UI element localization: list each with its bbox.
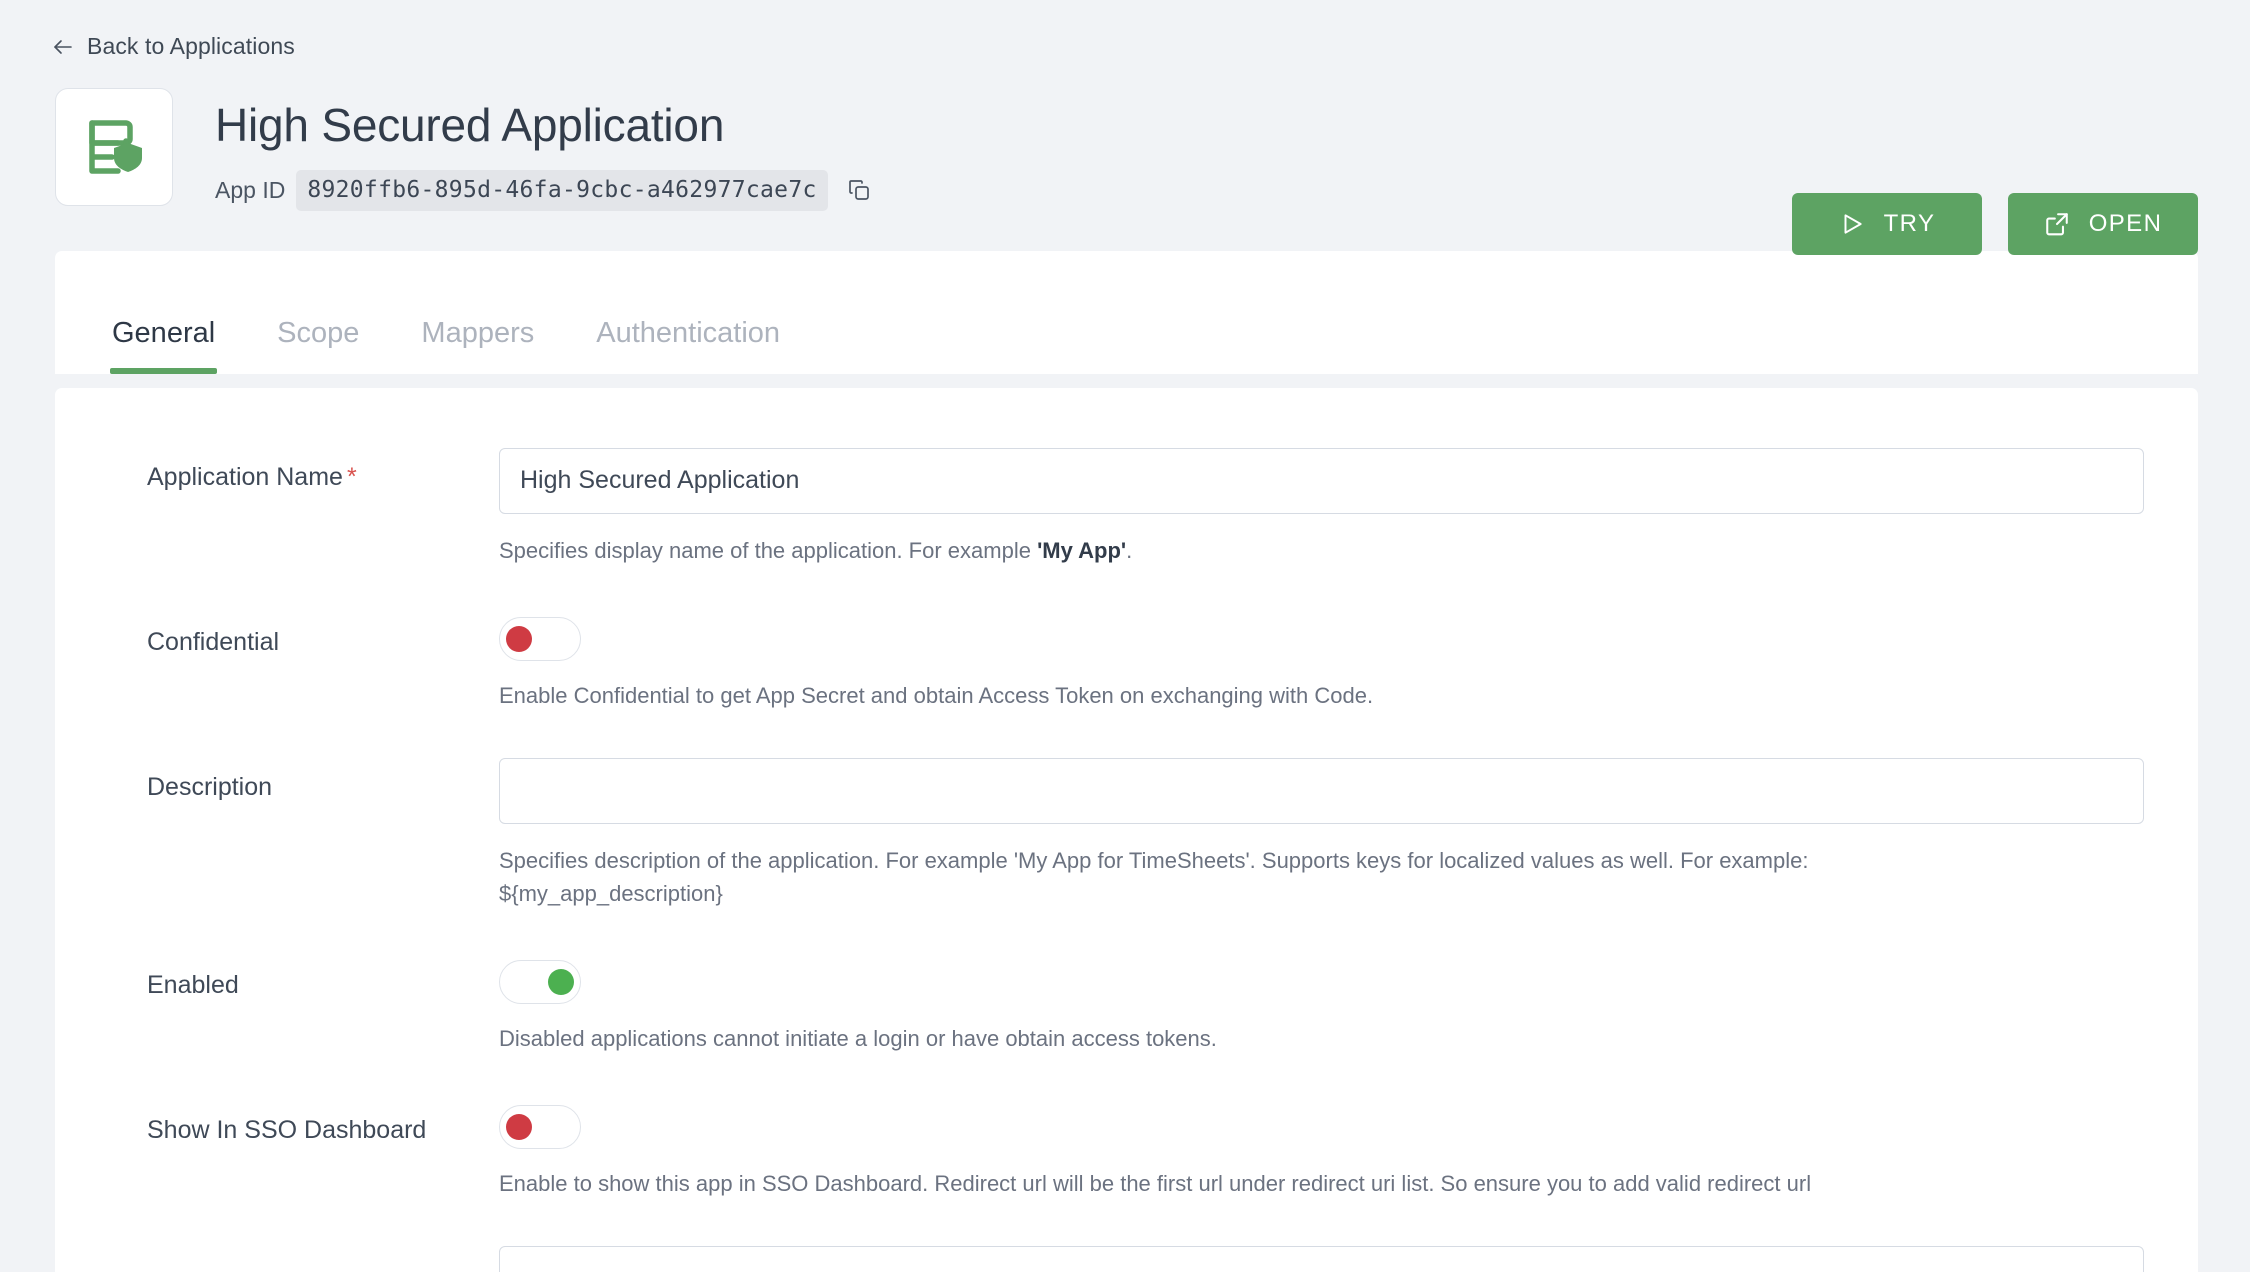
next-field-control <box>499 1245 2144 1272</box>
confidential-helper: Enable Confidential to get App Secret an… <box>499 682 1374 708</box>
application-name-control: Specifies display name of the applicatio… <box>499 447 2144 567</box>
open-button-label: OPEN <box>2088 210 2163 237</box>
application-header: High Secured Application App ID 8920ffb6… <box>0 60 2250 255</box>
tab-bar: General Scope Mappers Authentication <box>55 250 2198 374</box>
application-name-label-text: Application Name <box>147 462 343 491</box>
show-in-sso-dashboard-helper: Enable to show this app in SSO Dashboard… <box>499 1170 1812 1196</box>
form-row-confidential: Confidential Enable Confidential to get … <box>55 613 2198 712</box>
try-button[interactable]: TRY <box>1792 193 1982 255</box>
form-row-description: Description Specifies description of the… <box>55 757 2198 910</box>
show-in-sso-dashboard-label: Show In SSO Dashboard <box>147 1115 427 1144</box>
app-id-label: App ID <box>215 176 286 203</box>
description-helper: Specifies description of the application… <box>499 847 1809 906</box>
application-name-helper-prefix: Specifies display name of the applicatio… <box>499 537 1038 563</box>
application-name-input[interactable] <box>499 447 2144 514</box>
application-name-helper: Specifies display name of the applicatio… <box>499 534 1929 567</box>
show-in-sso-dashboard-toggle[interactable] <box>499 1104 581 1149</box>
description-input[interactable] <box>499 757 2144 824</box>
header-actions: TRY OPEN <box>1792 193 2198 255</box>
back-to-applications-label: Back to Applications <box>87 33 295 59</box>
general-settings-form: Application Name* Specifies display name… <box>55 387 2198 1272</box>
enabled-label: Enabled <box>147 970 239 999</box>
description-control: Specifies description of the application… <box>499 757 2144 910</box>
application-name-helper-suffix: . <box>1126 537 1133 563</box>
app-id-value: 8920ffb6-895d-46fa-9cbc-a462977cae7c <box>296 169 828 211</box>
confidential-control: Enable Confidential to get App Secret an… <box>499 613 2144 712</box>
tab-general[interactable]: General <box>109 318 218 374</box>
play-icon <box>1839 211 1865 237</box>
form-row-next-field <box>55 1245 2198 1272</box>
page-title: High Secured Application <box>215 99 725 151</box>
application-shield-icon <box>55 88 173 206</box>
back-to-applications-link[interactable]: Back to Applications <box>0 0 295 60</box>
toggle-knob <box>506 1113 532 1140</box>
toggle-knob <box>506 625 532 652</box>
form-row-enabled: Enabled Disabled applications cannot ini… <box>55 956 2198 1055</box>
external-link-icon <box>2044 211 2070 237</box>
next-field-label <box>147 1246 499 1260</box>
confidential-toggle[interactable] <box>499 616 581 661</box>
form-row-show-in-sso-dashboard: Show In SSO Dashboard Enable to show thi… <box>55 1101 2198 1200</box>
required-marker: * <box>346 462 357 491</box>
tab-authentication[interactable]: Authentication <box>596 318 780 374</box>
form-row-application-name: Application Name* Specifies display name… <box>55 447 2198 567</box>
confidential-label: Confidential <box>147 627 280 656</box>
description-label: Description <box>147 772 273 801</box>
open-button[interactable]: OPEN <box>2008 193 2198 255</box>
toggle-knob <box>548 968 574 995</box>
enabled-toggle[interactable] <box>499 959 581 1004</box>
next-field-input[interactable] <box>499 1245 2144 1272</box>
enabled-helper: Disabled applications cannot initiate a … <box>499 1025 1217 1051</box>
tab-mappers[interactable]: Mappers <box>421 318 534 374</box>
copy-icon[interactable] <box>844 175 874 205</box>
application-name-helper-bold: 'My App' <box>1037 537 1127 563</box>
try-button-label: TRY <box>1883 210 1936 237</box>
show-in-sso-dashboard-control: Enable to show this app in SSO Dashboard… <box>499 1101 2144 1200</box>
arrow-left-icon <box>52 36 74 58</box>
enabled-control: Disabled applications cannot initiate a … <box>499 956 2144 1055</box>
tab-scope[interactable]: Scope <box>277 318 359 374</box>
application-name-label: Application Name * <box>147 448 499 493</box>
